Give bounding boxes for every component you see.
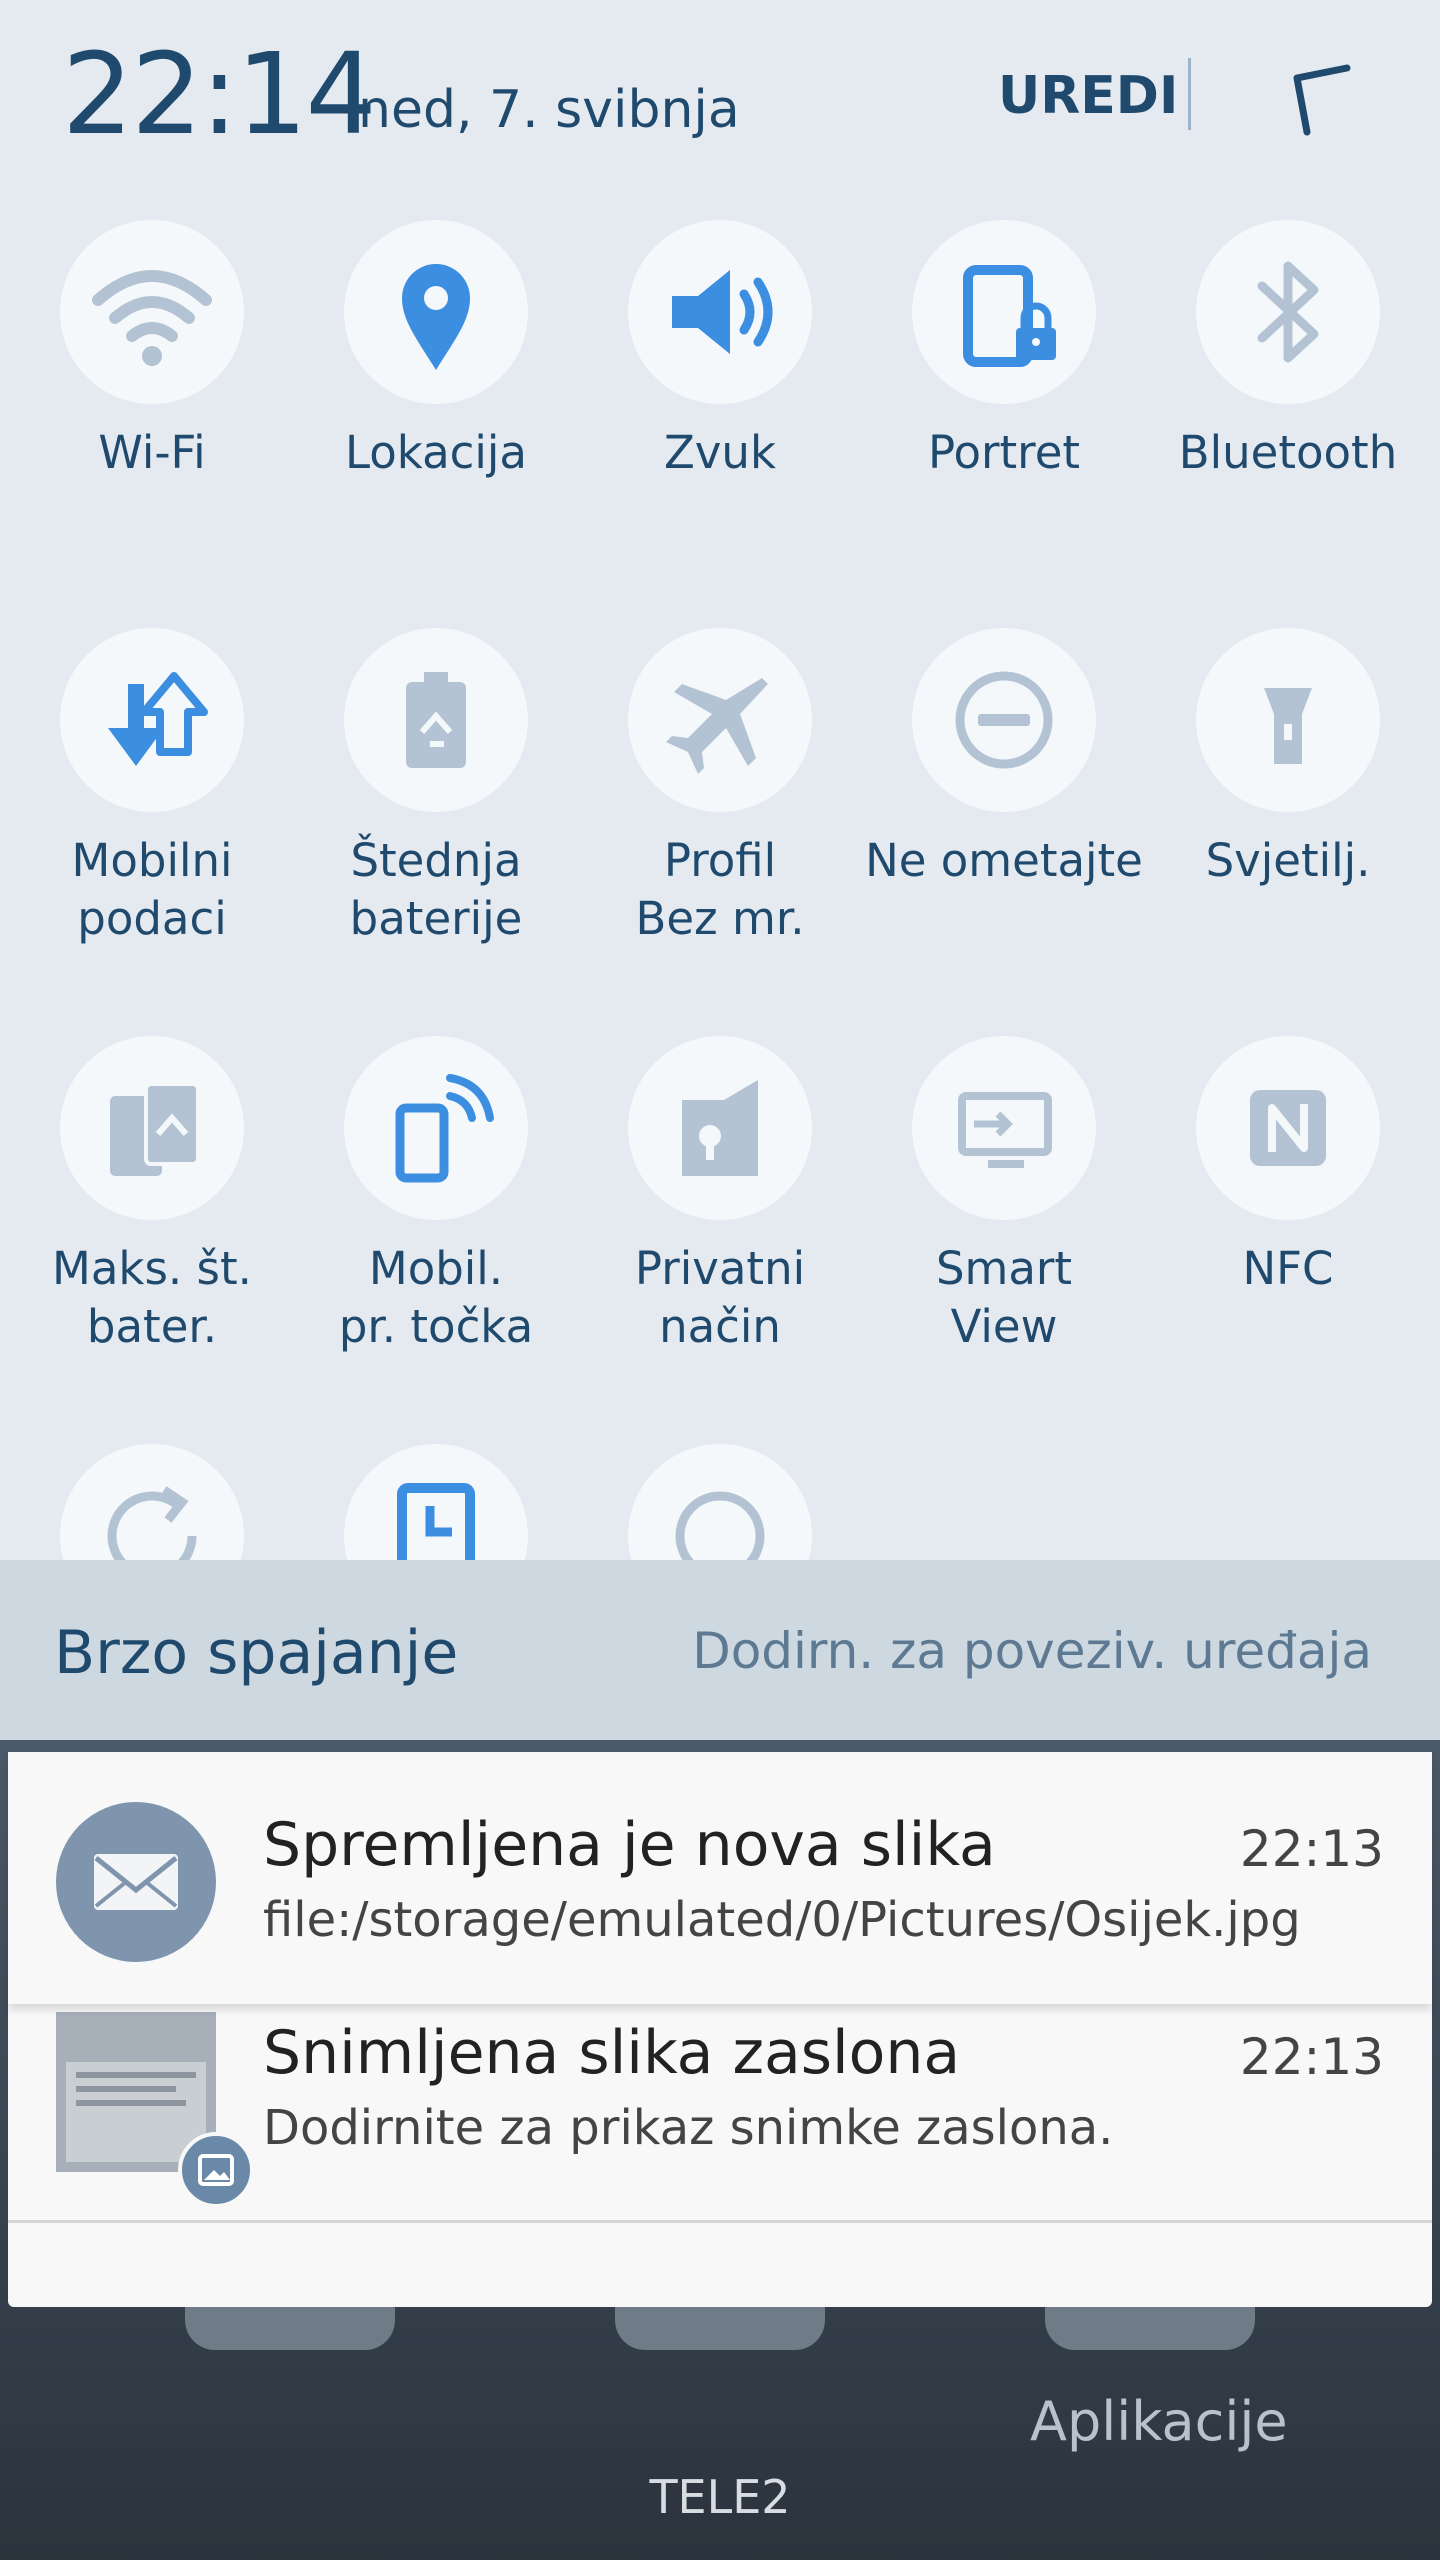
tile-hotspot[interactable]: Mobil. pr. točka bbox=[294, 1036, 578, 1356]
location-icon bbox=[344, 220, 528, 404]
collapse-icon[interactable] bbox=[1285, 60, 1355, 140]
apps-label: Aplikacije bbox=[1030, 2390, 1288, 2453]
tile-extra[interactable] bbox=[578, 1444, 862, 1560]
tile-auto-rotate[interactable] bbox=[10, 1444, 294, 1560]
nfc-icon bbox=[1196, 1036, 1380, 1220]
tile-label: Svjetilj. bbox=[1205, 834, 1371, 887]
tile-label: Maks. št. bater. bbox=[52, 1242, 252, 1353]
battery-saver-icon bbox=[344, 628, 528, 812]
private-mode-icon bbox=[628, 1036, 812, 1220]
flashlight-icon bbox=[1196, 628, 1380, 812]
airplane-icon bbox=[628, 628, 812, 812]
rotate-icon bbox=[60, 1444, 244, 1560]
carrier-label: TELE2 bbox=[649, 2470, 791, 2524]
notification-title: Spremljena je nova slika bbox=[263, 1810, 996, 1880]
tile-max-battery-saver[interactable]: Maks. št. bater. bbox=[10, 1036, 294, 1356]
portrait-lock-icon bbox=[912, 220, 1096, 404]
notification-body: Dodirnite za prikaz snimke zaslona. bbox=[263, 2100, 1114, 2156]
edit-button[interactable]: UREDI bbox=[998, 66, 1178, 126]
mobile-data-icon bbox=[60, 628, 244, 812]
image-icon bbox=[178, 2132, 254, 2208]
tile-label: Štednja baterije bbox=[349, 834, 523, 945]
tile-battery-saver[interactable]: Štednja baterije bbox=[294, 628, 578, 948]
tile-flashlight[interactable]: Svjetilj. bbox=[1146, 628, 1430, 890]
notification-body: file:/storage/emulated/0/Pictures/Osijek… bbox=[263, 1892, 1301, 1948]
mail-icon bbox=[56, 1802, 216, 1962]
notification-item[interactable]: Spremljena je nova slika 22:13 file:/sto… bbox=[8, 1752, 1432, 2004]
hotspot-icon bbox=[344, 1036, 528, 1220]
sound-icon bbox=[628, 220, 812, 404]
blue-light-icon bbox=[344, 1444, 528, 1560]
quick-connect-hint: Dodirn. za poveziv. uređaja bbox=[692, 1622, 1372, 1680]
status-header: 22:14 ned, 7. svibnja UREDI bbox=[0, 0, 1440, 190]
tile-label: Mobilni podaci bbox=[71, 834, 233, 945]
tile-label: NFC bbox=[1242, 1242, 1334, 1295]
circle-icon bbox=[628, 1444, 812, 1560]
notification-time: 22:13 bbox=[1239, 1820, 1384, 1878]
notification-list: Spremljena je nova slika 22:13 file:/sto… bbox=[8, 1752, 1432, 2307]
tile-portrait[interactable]: Portret bbox=[862, 220, 1146, 482]
tile-label: Privatni način bbox=[634, 1242, 806, 1353]
tile-label: Smart View bbox=[935, 1242, 1073, 1353]
tile-label: Lokacija bbox=[345, 426, 527, 479]
tile-smart-view[interactable]: Smart View bbox=[862, 1036, 1146, 1356]
bluetooth-icon bbox=[1196, 220, 1380, 404]
tile-label: Ne ometajte bbox=[865, 834, 1143, 887]
tile-wifi[interactable]: Wi-Fi bbox=[10, 220, 294, 482]
date: ned, 7. svibnja bbox=[358, 80, 740, 140]
wifi-icon bbox=[60, 220, 244, 404]
smart-view-icon bbox=[912, 1036, 1096, 1220]
do-not-disturb-icon bbox=[912, 628, 1096, 812]
clock: 22:14 bbox=[62, 30, 377, 160]
max-battery-saver-icon bbox=[60, 1036, 244, 1220]
tile-airplane[interactable]: Profil Bez mr. bbox=[578, 628, 862, 948]
tile-label: Profil Bez mr. bbox=[635, 834, 805, 945]
quick-connect-bar[interactable]: Brzo spajanje Dodirn. za poveziv. uređaj… bbox=[0, 1560, 1440, 1740]
tile-nfc[interactable]: NFC bbox=[1146, 1036, 1430, 1298]
tile-mobile-data[interactable]: Mobilni podaci bbox=[10, 628, 294, 948]
tile-do-not-disturb[interactable]: Ne ometajte bbox=[862, 628, 1146, 890]
tile-bluetooth[interactable]: Bluetooth bbox=[1146, 220, 1430, 482]
quick-settings-panel: 22:14 ned, 7. svibnja UREDI Wi-Fi Lokaci… bbox=[0, 0, 1440, 1560]
tile-label: Portret bbox=[927, 426, 1081, 479]
tile-sound[interactable]: Zvuk bbox=[578, 220, 862, 482]
tile-label: Wi-Fi bbox=[98, 426, 206, 479]
header-divider bbox=[1188, 58, 1191, 130]
notification-title: Snimljena slika zaslona bbox=[263, 2018, 961, 2088]
tile-label: Zvuk bbox=[663, 426, 777, 479]
tile-private-mode[interactable]: Privatni način bbox=[578, 1036, 862, 1356]
tile-blue-light[interactable] bbox=[294, 1444, 578, 1560]
tile-label: Mobil. pr. točka bbox=[338, 1242, 534, 1353]
tile-location[interactable]: Lokacija bbox=[294, 220, 578, 482]
notification-time: 22:13 bbox=[1239, 2028, 1384, 2086]
quick-connect-title: Brzo spajanje bbox=[54, 1618, 459, 1688]
tile-label: Bluetooth bbox=[1178, 426, 1398, 479]
